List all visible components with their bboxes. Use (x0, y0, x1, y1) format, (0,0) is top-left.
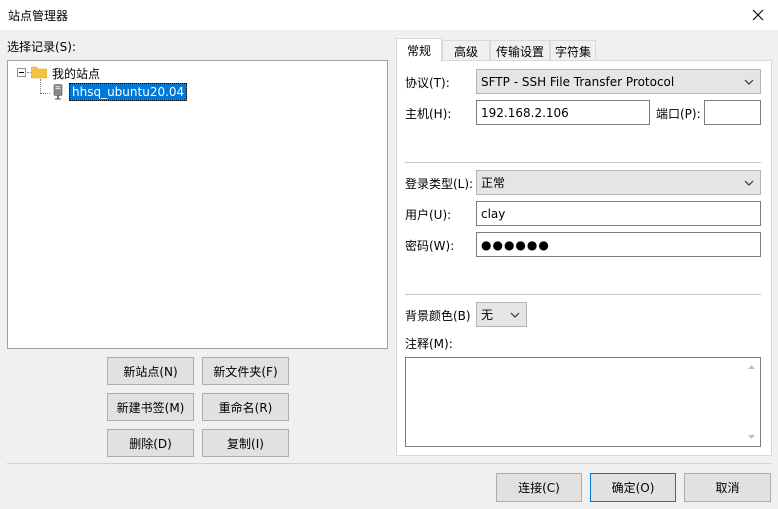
protocol-select[interactable]: SFTP - SSH File Transfer Protocol (476, 69, 761, 94)
tab-transfer-settings[interactable]: 传输设置 (490, 40, 550, 61)
new-site-button[interactable]: 新站点(N) (107, 357, 194, 385)
cancel-button[interactable]: 取消 (684, 473, 771, 502)
password-input[interactable]: ●●●●●● (476, 232, 761, 257)
new-folder-button[interactable]: 新文件夹(F) (202, 357, 289, 385)
chevron-down-icon (744, 180, 754, 186)
bg-color-value: 无 (481, 308, 494, 322)
server-icon (53, 84, 63, 100)
title-bar (0, 0, 778, 30)
user-input[interactable]: clay (476, 201, 761, 226)
new-bookmark-button[interactable]: 新建书签(M) (107, 393, 194, 421)
logon-type-label: 登录类型(L): (405, 177, 474, 191)
comments-scrollbar[interactable] (743, 358, 760, 446)
site-tree[interactable]: 我的站点 hhsq_ubuntu20.04 (7, 60, 388, 349)
tree-root-label[interactable]: 我的站点 (52, 65, 100, 82)
host-label: 主机(H): (405, 107, 452, 121)
close-button[interactable] (738, 0, 778, 30)
tab-charset[interactable]: 字符集 (550, 40, 596, 61)
window-title: 站点管理器 (8, 9, 69, 23)
ok-button[interactable]: 确定(O) (590, 473, 676, 502)
minus-icon (19, 72, 24, 73)
scroll-down-icon[interactable] (747, 434, 756, 440)
host-input[interactable]: 192.168.2.106 (476, 100, 650, 125)
folder-icon (30, 66, 48, 79)
tab-strip: 常规 高级 传输设置 字符集 (396, 38, 616, 62)
tab-advanced[interactable]: 高级 (442, 40, 490, 61)
scroll-up-icon[interactable] (747, 364, 756, 370)
protocol-label: 协议(T): (405, 76, 450, 90)
logon-type-value: 正常 (481, 176, 506, 190)
comments-label: 注释(M): (405, 337, 453, 351)
tree-connector (40, 93, 50, 94)
footer-divider (7, 463, 771, 464)
copy-button[interactable]: 复制(I) (202, 429, 289, 457)
collapse-toggle[interactable] (17, 68, 26, 77)
rename-button[interactable]: 重命名(R) (202, 393, 289, 421)
connect-button[interactable]: 连接(C) (496, 473, 582, 502)
comments-textarea[interactable] (405, 357, 761, 447)
select-entry-label: 选择记录(S): (7, 40, 77, 54)
logon-type-select[interactable]: 正常 (476, 170, 761, 195)
bg-color-select[interactable]: 无 (476, 302, 527, 327)
port-input[interactable] (704, 100, 761, 125)
user-label: 用户(U): (405, 208, 452, 222)
separator (405, 162, 761, 163)
bg-color-label: 背景颜色(B) (405, 309, 471, 323)
tree-site-item[interactable]: hhsq_ubuntu20.04 (69, 83, 188, 101)
password-label: 密码(W): (405, 239, 455, 253)
delete-button[interactable]: 删除(D) (107, 429, 194, 457)
separator (405, 294, 761, 295)
port-label: 端口(P): (656, 107, 701, 121)
chevron-down-icon (744, 79, 754, 85)
chevron-down-icon (510, 312, 520, 318)
protocol-value: SFTP - SSH File Transfer Protocol (481, 74, 675, 89)
tab-general[interactable]: 常规 (396, 38, 442, 62)
tree-connector (40, 79, 41, 93)
close-icon (752, 9, 764, 21)
